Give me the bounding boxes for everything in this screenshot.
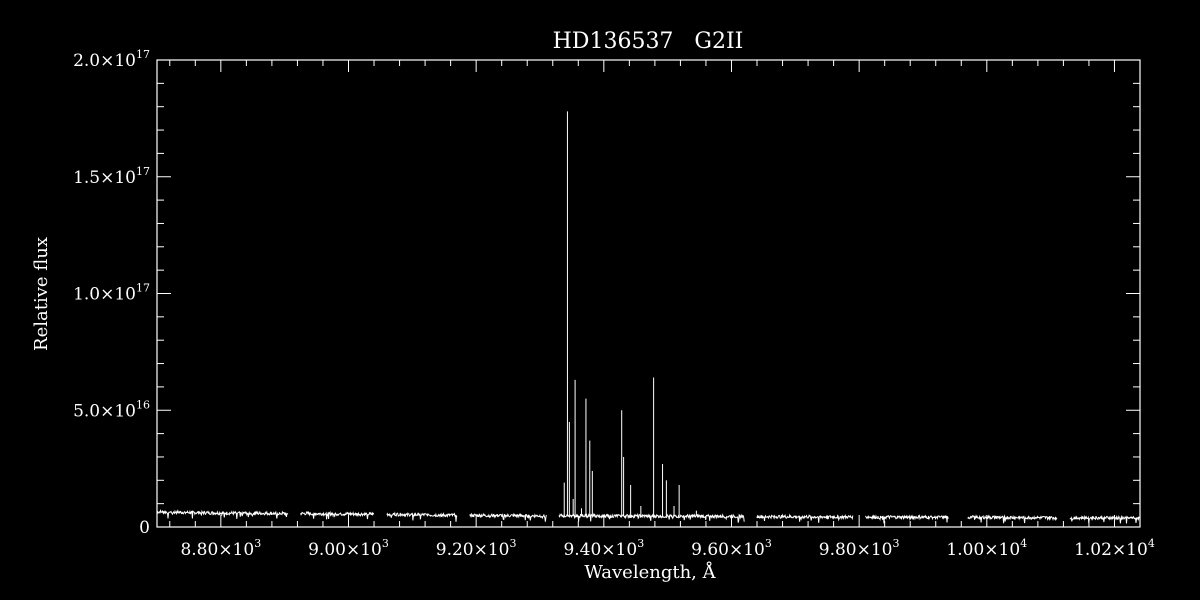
x-tick-mantissa: 8.80 xyxy=(180,540,218,560)
x-tick-mantissa: 9.20 xyxy=(436,540,474,560)
x-tick-base: ×10 xyxy=(346,540,382,560)
x-tick-exponent: 3 xyxy=(893,537,900,550)
x-tick-mantissa: 9.00 xyxy=(308,540,346,560)
y-axis-title: Relative flux xyxy=(31,237,52,351)
x-tick-label: 9.80×103 xyxy=(819,537,900,560)
x-tick-mantissa: 1.02 xyxy=(1074,540,1112,560)
y-tick-mantissa: 1.0 xyxy=(73,285,100,305)
y-tick-label: 0 xyxy=(139,518,150,538)
y-tick-exponent: 16 xyxy=(136,398,150,411)
x-tick-label: 9.20×103 xyxy=(436,537,517,560)
x-tick-label: 1.00×104 xyxy=(946,537,1027,560)
x-tick-label: 9.60×103 xyxy=(691,537,772,560)
x-tick-base: ×10 xyxy=(218,540,254,560)
chart-background xyxy=(0,0,1200,600)
y-tick-exponent: 17 xyxy=(136,48,150,61)
y-tick-exponent: 17 xyxy=(136,282,150,295)
x-tick-label: 9.00×103 xyxy=(308,537,389,560)
x-tick-exponent: 3 xyxy=(765,537,772,550)
y-tick-mantissa: 0 xyxy=(139,518,150,538)
chart-title: HD136537 G2II xyxy=(553,29,744,54)
y-tick-base: ×10 xyxy=(100,168,136,188)
x-tick-mantissa: 9.40 xyxy=(563,540,601,560)
x-tick-base: ×10 xyxy=(601,540,637,560)
x-tick-label: 1.02×104 xyxy=(1074,537,1155,560)
y-tick-mantissa: 1.5 xyxy=(73,168,100,188)
x-tick-base: ×10 xyxy=(857,540,893,560)
y-tick-base: ×10 xyxy=(100,285,136,305)
x-tick-mantissa: 9.80 xyxy=(819,540,857,560)
x-tick-mantissa: 9.60 xyxy=(691,540,729,560)
x-tick-exponent: 4 xyxy=(1020,537,1027,550)
x-tick-base: ×10 xyxy=(984,540,1020,560)
x-tick-exponent: 3 xyxy=(510,537,517,550)
y-tick-mantissa: 5.0 xyxy=(73,401,100,421)
x-tick-base: ×10 xyxy=(729,540,765,560)
x-tick-exponent: 3 xyxy=(637,537,644,550)
x-tick-label: 8.80×103 xyxy=(180,537,261,560)
x-tick-mantissa: 1.00 xyxy=(946,540,984,560)
x-tick-label: 9.40×103 xyxy=(563,537,644,560)
x-tick-exponent: 3 xyxy=(254,537,261,550)
spectrum-chart: HD136537 G2II 8.80×103 9.00×103 9.20×103 9.… xyxy=(0,0,1200,600)
y-tick-base: ×10 xyxy=(100,51,136,71)
y-tick-base: ×10 xyxy=(100,401,136,421)
x-tick-exponent: 4 xyxy=(1148,537,1155,550)
x-tick-exponent: 3 xyxy=(382,537,389,550)
y-tick-exponent: 17 xyxy=(136,165,150,178)
x-tick-base: ×10 xyxy=(1112,540,1148,560)
x-axis-title: Wavelength, Å xyxy=(584,561,716,583)
y-tick-mantissa: 2.0 xyxy=(73,51,100,71)
x-tick-base: ×10 xyxy=(474,540,510,560)
